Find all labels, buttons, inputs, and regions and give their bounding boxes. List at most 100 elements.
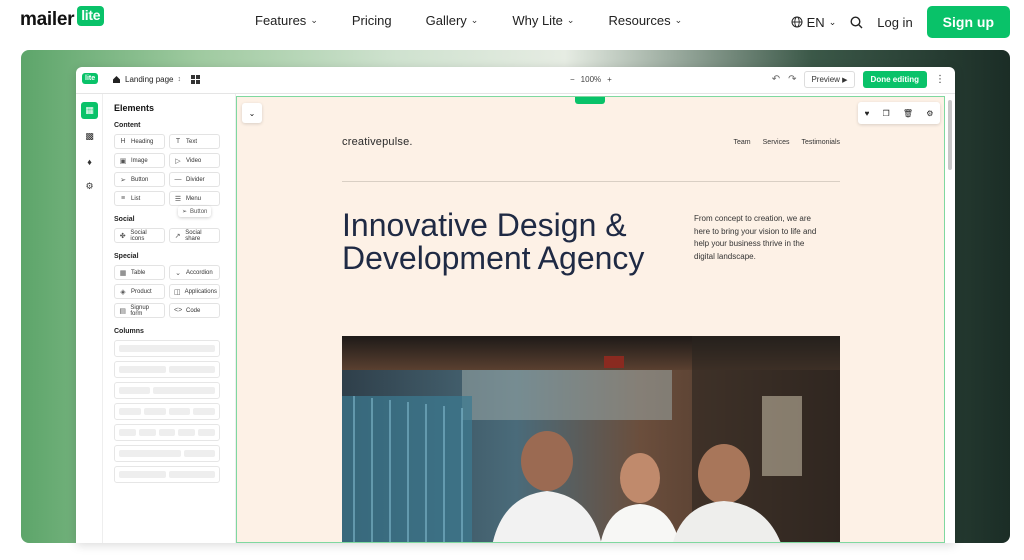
column-layout-3[interactable] (114, 382, 220, 399)
cursor-icon: ➢ (120, 176, 126, 184)
globe-icon (791, 16, 803, 28)
done-editing-button[interactable]: Done editing (862, 71, 927, 88)
element-list[interactable]: ≡ List (114, 191, 165, 206)
nav-link-gallery[interactable]: Gallery ⌄ (426, 13, 479, 28)
duplicate-icon[interactable]: ❐ (883, 109, 890, 118)
login-link[interactable]: Log in (877, 15, 912, 30)
page-nav-team[interactable]: Team (734, 139, 751, 146)
nav-link-label: Resources (608, 13, 671, 28)
page-canvas[interactable]: ⌄ ♥ ❐ 🗑 ⚙ creativepulse. Team Services T… (236, 96, 945, 543)
chevron-down-icon: ⌄ (248, 108, 256, 118)
column-layout-2[interactable] (114, 361, 220, 378)
site-navbar: mailer lite Features ⌄ Pricing Gallery ⌄… (0, 0, 1024, 44)
styles-icon[interactable]: ♦ (81, 153, 98, 170)
more-options-icon[interactable]: ⋮ (935, 74, 945, 85)
canvas-scrollbar[interactable] (948, 96, 952, 543)
column-layout-5[interactable] (114, 424, 220, 441)
element-applications[interactable]: ◫ Applications (169, 284, 220, 299)
trash-icon[interactable]: 🗑 (903, 109, 913, 118)
favorite-icon[interactable]: ♥ (865, 109, 870, 118)
element-button[interactable]: ➢ Button (114, 172, 165, 187)
chevron-down-icon: ⌄ (828, 16, 837, 27)
section-label-social: Social (114, 216, 135, 223)
gear-icon[interactable]: ⚙ (926, 109, 933, 118)
signup-button[interactable]: Sign up (926, 6, 1010, 38)
element-divider[interactable]: — Divider (169, 172, 220, 187)
chevron-down-icon: ⌄ (470, 15, 479, 25)
hero-photo[interactable] (342, 336, 840, 542)
app-icon: ◫ (174, 288, 181, 296)
element-signup-form[interactable]: ▤ Signup form (114, 303, 165, 318)
language-selector[interactable]: EN ⌄ (791, 15, 837, 30)
editor-logo[interactable]: lite (82, 73, 99, 84)
page-selector[interactable]: Landing page ↕ (112, 75, 200, 84)
chevron-down-icon: ⌄ (175, 269, 181, 277)
element-accordion[interactable]: ⌄ Accordion (169, 265, 220, 280)
section-label-special: Special (114, 253, 139, 260)
element-label: Heading (131, 138, 154, 145)
section-drag-handle[interactable] (575, 97, 605, 104)
undo-icon[interactable]: ↶ (772, 74, 780, 85)
header-divider (342, 181, 840, 182)
hero-subcopy[interactable]: From concept to creation, we are here to… (694, 213, 824, 263)
nav-link-pricing[interactable]: Pricing (352, 13, 392, 28)
site-page-nav: Team Services Testimonials (734, 139, 840, 146)
element-product[interactable]: ◈ Product (114, 284, 165, 299)
site-brand[interactable]: creativepulse. (342, 136, 413, 148)
editor-window: lite Landing page ↕ − 100% + ↶ ↷ Preview… (76, 67, 955, 543)
nav-link-label: Features (255, 13, 307, 28)
redo-icon[interactable]: ↷ (788, 74, 796, 85)
element-text[interactable]: T Text (169, 134, 220, 149)
element-video[interactable]: ▷ Video (169, 153, 220, 168)
element-label: Accordion (186, 269, 213, 276)
search-icon[interactable] (850, 15, 863, 29)
editor-toolbar: lite Landing page ↕ − 100% + ↶ ↷ Preview… (76, 67, 955, 94)
element-code[interactable]: <> Code (169, 303, 220, 318)
element-table[interactable]: ▦ Table (114, 265, 165, 280)
element-label: Video (186, 157, 202, 164)
element-image[interactable]: ▣ Image (114, 153, 165, 168)
add-element-icon[interactable]: ▦ (81, 102, 98, 119)
settings-icon[interactable]: ⚙ (81, 178, 98, 195)
hero-headline[interactable]: Innovative Design & Development Agency (342, 209, 672, 275)
element-label: List (131, 195, 141, 202)
video-icon: ▷ (175, 157, 181, 165)
nav-link-resources[interactable]: Resources ⌄ (608, 13, 682, 28)
preview-button[interactable]: Preview ▶ (804, 71, 855, 88)
column-layout-4[interactable] (114, 403, 220, 420)
page-nav-services[interactable]: Services (763, 139, 790, 146)
element-label: Button (131, 176, 149, 183)
element-heading[interactable]: H Heading (114, 134, 165, 149)
cursor-icon: ➢ (182, 209, 188, 215)
home-icon (113, 76, 120, 83)
drag-ghost-button[interactable]: ➢ Button (178, 206, 212, 217)
element-menu[interactable]: ☰ Menu (169, 191, 220, 206)
nav-link-why-lite[interactable]: Why Lite ⌄ (512, 13, 574, 28)
section-label-columns: Columns (114, 328, 144, 335)
columns-layouts (114, 340, 225, 483)
sections-icon[interactable]: ▩ (81, 128, 98, 145)
collapse-section-button[interactable]: ⌄ (242, 103, 262, 123)
column-layout-6[interactable] (114, 445, 220, 462)
element-label: Social icons (130, 229, 147, 242)
column-layout-7[interactable] (114, 466, 220, 483)
page-nav-testimonials[interactable]: Testimonials (801, 139, 840, 146)
mailerlite-logo[interactable]: mailer lite (20, 6, 105, 31)
grid-icon[interactable] (191, 75, 200, 84)
nav-link-features[interactable]: Features ⌄ (255, 13, 318, 28)
column-layout-1[interactable] (114, 340, 220, 357)
editor-actions: ↶ ↷ Preview ▶ Done editing ⋮ (772, 71, 945, 88)
element-label: Divider (186, 176, 205, 183)
heading-icon: H (120, 138, 126, 145)
zoom-out-button[interactable]: − (570, 75, 575, 84)
image-icon: ▣ (119, 157, 127, 165)
list-icon: ≡ (120, 195, 126, 202)
element-social-share[interactable]: ↗ Social share (169, 228, 220, 243)
content-elements-grid: H Heading T Text ▣ Image ▷ Video ➢ Button — Di… (114, 134, 225, 206)
preview-label: Preview (811, 75, 840, 84)
special-elements-grid: ▦ Table ⌄ Accordion ◈ Product ◫ Applications… (114, 265, 225, 318)
element-social-icons[interactable]: ✤ Social icons (114, 228, 165, 243)
scrollbar-thumb[interactable] (948, 100, 952, 170)
elements-panel: Elements Content H Heading T Text ▣ Image ▷… (104, 94, 236, 543)
zoom-in-button[interactable]: + (607, 75, 612, 84)
